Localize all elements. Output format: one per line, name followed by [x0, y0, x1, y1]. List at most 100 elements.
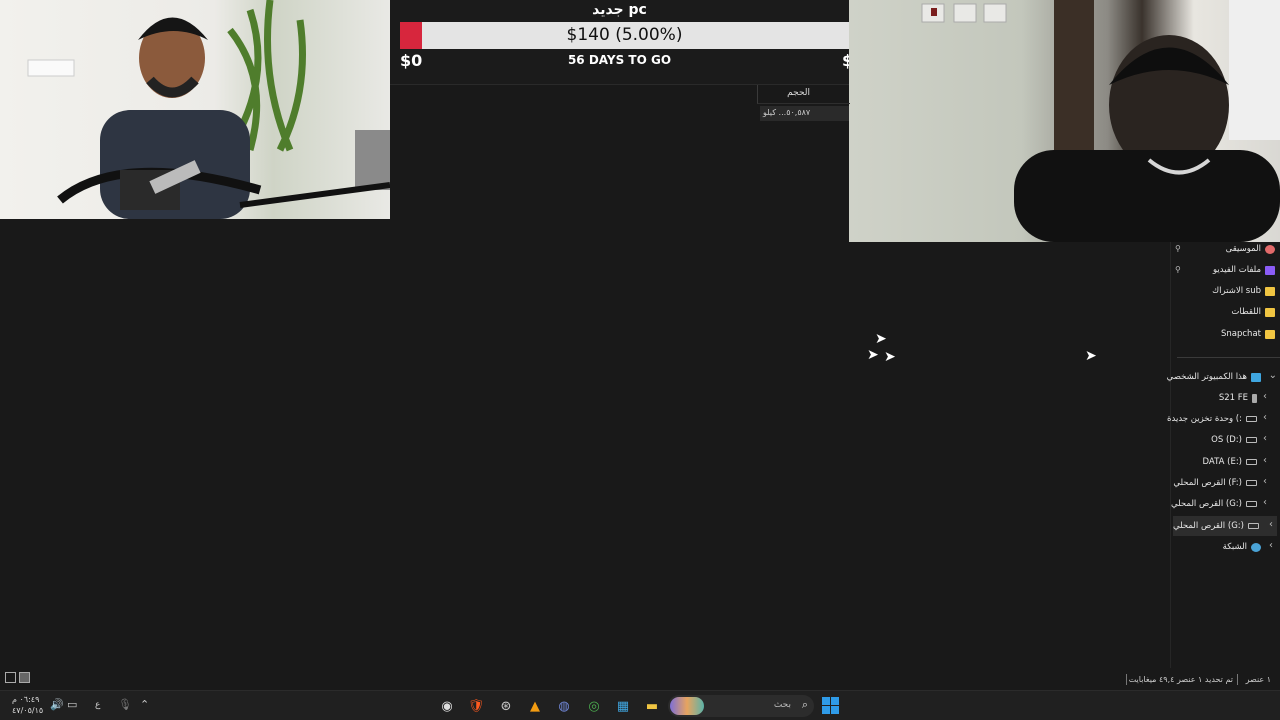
details-view-icon[interactable] [5, 672, 16, 683]
pin-icon[interactable]: ⚲ [1175, 244, 1181, 253]
clock-date: ٤٧/٠٥/١٥ [12, 706, 44, 715]
navigation-pane: الموسيقى ⚲ ملفات الفيديو ⚲ الاشتراك sub … [1167, 239, 1280, 668]
nav-item-drive-s21[interactable]: S21 FE [1219, 388, 1257, 408]
column-header-size[interactable]: الحجم [757, 85, 850, 104]
donation-goal-widget: جديد pc $140 (5.00%) $0 56 DAYS TO GO $ [390, 0, 853, 85]
file-size-value: ٥٠,٥٨٧... كيلو [763, 108, 811, 117]
nav-item-sub-folder[interactable]: الاشتراك sub [1212, 281, 1275, 301]
nav-item-drive-new-volume[interactable]: وحدة تخزين جديدة (: [1167, 409, 1257, 429]
nav-item-label: OS (D:) [1211, 435, 1242, 445]
pin-icon[interactable]: ⚲ [1175, 265, 1181, 274]
taskbar: ٠٦:٤٩ م ٤٧/٠٥/١٥ 🔊 ▭ ع 🎙 ⌃ ◉ 🛡 ⊛ ▲ ◍ ◎ ▦… [0, 690, 1280, 720]
chrome-icon[interactable]: ◎ [584, 696, 604, 716]
nav-item-label: هذا الكمبيوتر الشخصي [1166, 372, 1247, 382]
file-explorer-icon[interactable]: ▬ [642, 696, 662, 716]
guest-camera-image [921, 0, 1280, 242]
drive-icon [1246, 480, 1257, 486]
windows-start-icon[interactable] [822, 697, 839, 714]
goal-days-remaining: 56 DAYS TO GO [567, 53, 672, 67]
goal-amount: $140 (5.00%) [566, 25, 683, 45]
cursor-icon: ➤ [884, 349, 896, 365]
drive-icon [1246, 437, 1257, 443]
nav-item-label: وحدة تخزين جديدة (: [1167, 414, 1242, 424]
nav-item-screenshots[interactable]: اللقطات [1231, 302, 1275, 322]
streamer-camera-image [27, 0, 390, 219]
folder-icon [1265, 329, 1275, 339]
nav-item-label: الشبكة [1222, 542, 1247, 552]
taskbar-search[interactable]: بحث ⌕ [668, 695, 814, 717]
microphone-icon[interactable]: 🎙 [118, 698, 132, 711]
status-bar: ١ عنصر تم تحديد ١ عنصر ٤٩,٤ ميغابايت [0, 668, 1280, 690]
chevron-right-icon[interactable]: ‹ [1263, 476, 1267, 487]
nav-divider [1177, 357, 1280, 358]
drive-icon [1246, 501, 1257, 507]
status-separator [1126, 674, 1127, 685]
chevron-right-icon[interactable]: ‹ [1263, 497, 1267, 508]
chevron-down-icon[interactable]: ⌄ [1269, 370, 1277, 381]
chevron-right-icon[interactable]: ‹ [1269, 519, 1273, 530]
view-switcher [5, 672, 30, 683]
taskbar-clock[interactable]: ٠٦:٤٩ م ٤٧/٠٥/١٥ [12, 694, 43, 716]
drive-icon [1247, 523, 1259, 529]
volume-icon[interactable]: 🔊 [50, 698, 64, 711]
phone-icon [1252, 393, 1257, 403]
chevron-up-icon[interactable]: ⌃ [140, 698, 149, 711]
status-separator [1237, 674, 1238, 685]
clock-time: ٠٦:٤٩ م [12, 695, 40, 704]
nav-item-label: DATA (E:) [1202, 457, 1242, 467]
brave-browser-icon[interactable]: 🛡 [466, 696, 486, 716]
nav-item-label: Snapchat [1221, 329, 1261, 339]
goal-progress-bar: $140 (5.00%) [400, 22, 849, 49]
file-size-cell[interactable]: ٥٠,٥٨٧... كيلو [760, 106, 849, 121]
nav-item-label: ملفات الفيديو [1213, 265, 1261, 275]
nav-item-label: القرص المحلي (F:) [1173, 478, 1242, 488]
webcam-overlay-right [849, 0, 1280, 242]
column-header-size-label: الحجم [787, 88, 810, 98]
network-icon [1251, 542, 1261, 552]
chevron-right-icon[interactable]: ‹ [1263, 433, 1267, 444]
chevron-right-icon[interactable]: ‹ [1263, 391, 1267, 402]
nav-item-this-pc[interactable]: هذا الكمبيوتر الشخصي [1167, 367, 1261, 387]
chevron-right-icon[interactable]: ‹ [1269, 540, 1273, 551]
search-icon: ⌕ [801, 698, 808, 711]
cursor-icon: ➤ [867, 347, 879, 363]
nav-item-music[interactable]: الموسيقى [1226, 239, 1275, 259]
vlc-icon[interactable]: ▲ [525, 696, 545, 716]
webcam-overlay-left [0, 0, 390, 219]
cursor-icon: ➤ [875, 331, 887, 347]
search-highlight-image [670, 697, 704, 715]
obs-icon[interactable]: ◉ [437, 696, 457, 716]
tiles-view-icon[interactable] [19, 672, 30, 683]
discord-icon[interactable]: ◍ [554, 696, 574, 716]
language-indicator[interactable]: ع [95, 700, 100, 710]
nav-item-label: اللقطات [1231, 307, 1261, 317]
nav-item-drive-g[interactable]: القرص المحلي (G:) [1171, 494, 1257, 514]
nav-item-network[interactable]: الشبكة [1223, 537, 1261, 557]
drive-icon [1246, 459, 1257, 465]
drive-icon [1246, 416, 1257, 422]
nav-item-label: S21 FE [1218, 393, 1248, 403]
status-item-count: ١ عنصر [1245, 675, 1271, 684]
steam-icon[interactable]: ⊛ [496, 696, 516, 716]
chevron-right-icon[interactable]: ‹ [1263, 412, 1267, 423]
folder-icon [1265, 286, 1275, 296]
computer-icon [1251, 372, 1261, 382]
nav-item-snapchat[interactable]: Snapchat [1221, 324, 1275, 344]
nav-item-label: الاشتراك sub [1212, 286, 1261, 296]
video-icon [1265, 265, 1275, 275]
chevron-right-icon[interactable]: ‹ [1263, 455, 1267, 466]
goal-title: جديد pc [592, 2, 647, 18]
cursor-icon: ➤ [1085, 348, 1097, 364]
status-selection: تم تحديد ١ عنصر ٤٩,٤ ميغابايت [1128, 675, 1233, 684]
nav-item-drive-e[interactable]: DATA (E:) [1203, 452, 1257, 472]
nav-item-drive-f[interactable]: القرص المحلي (F:) [1173, 473, 1257, 493]
nav-item-label: القرص المحلي (G:) [1173, 521, 1244, 531]
nav-item-drive-g-selected[interactable]: القرص المحلي (G:) [1173, 516, 1277, 536]
music-icon [1265, 244, 1275, 254]
nav-item-label: القرص المحلي (G:) [1171, 499, 1242, 509]
nav-item-drive-d[interactable]: OS (D:) [1211, 430, 1257, 450]
search-placeholder: بحث [773, 700, 791, 710]
display-icon[interactable]: ▭ [67, 698, 77, 711]
nav-item-videos[interactable]: ملفات الفيديو [1213, 260, 1275, 280]
store-icon[interactable]: ▦ [613, 696, 633, 716]
